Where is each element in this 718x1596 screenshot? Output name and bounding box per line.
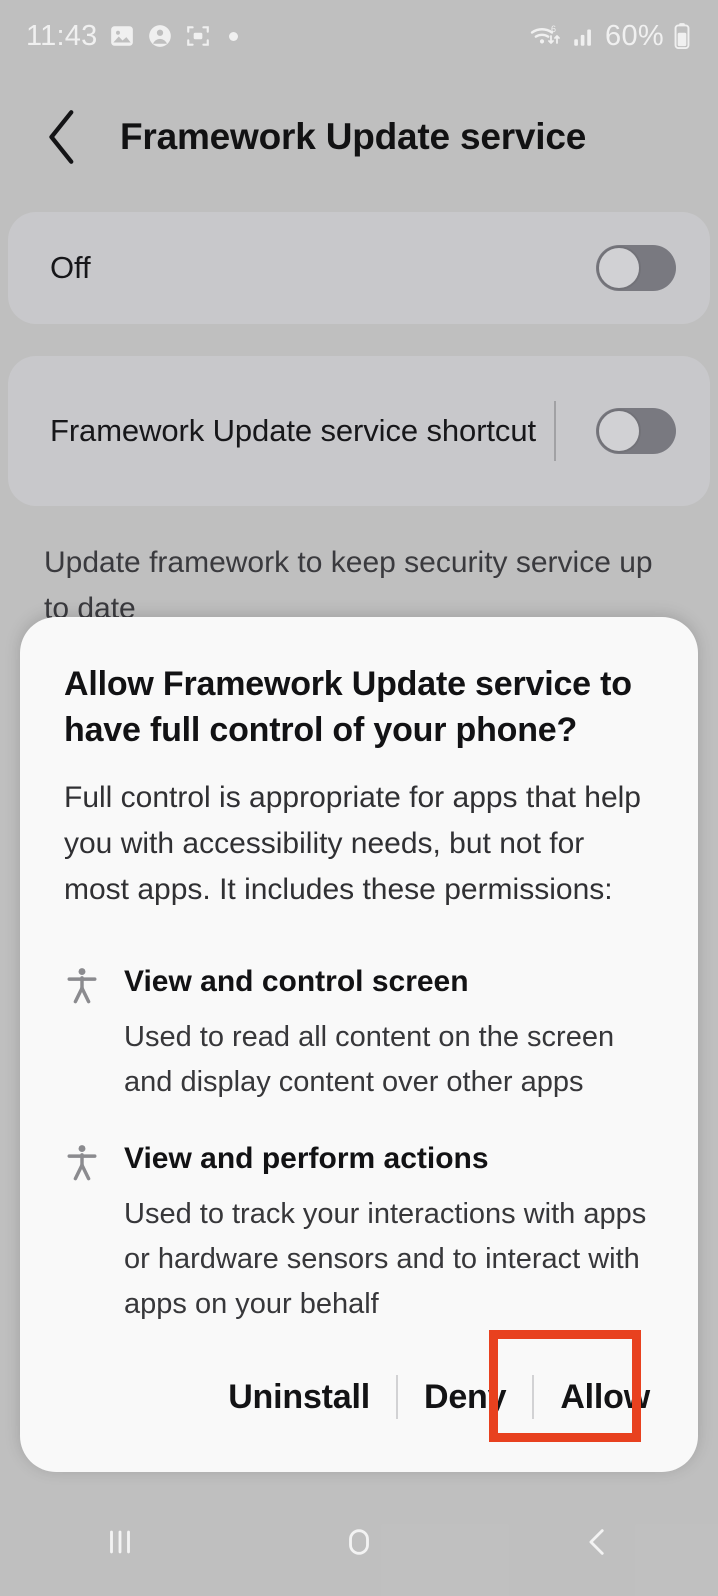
- permission-dialog: Allow Framework Update service to have f…: [20, 617, 698, 1472]
- dialog-actions: Uninstall Deny Allow: [20, 1322, 698, 1472]
- allow-button[interactable]: Allow: [534, 1360, 676, 1435]
- dialog-body: Full control is appropriate for apps tha…: [64, 781, 641, 906]
- permission-item: View and perform actions Used to track y…: [64, 1105, 654, 1327]
- permission-texts: View and control screen Used to read all…: [110, 962, 654, 1105]
- nav-back-icon: [589, 1529, 604, 1555]
- deny-button[interactable]: Deny: [398, 1360, 532, 1435]
- home-button[interactable]: [299, 1502, 419, 1582]
- recents-icon: [109, 1530, 130, 1554]
- uninstall-button[interactable]: Uninstall: [202, 1360, 396, 1435]
- phone-screen: 11:43 6 60% Framework Update service Off…: [0, 0, 718, 1596]
- permission-item: View and control screen Used to read all…: [64, 940, 654, 1105]
- permission-texts: View and perform actions Used to track y…: [110, 1139, 654, 1327]
- nav-back-button[interactable]: [538, 1502, 658, 1582]
- accessibility-person-icon: [64, 962, 110, 1105]
- permission-description: Used to read all content on the screen a…: [124, 1021, 615, 1099]
- permission-title: View and perform actions: [124, 1142, 489, 1176]
- permission-description: Used to track your interactions with app…: [124, 1198, 647, 1320]
- permission-title: View and control screen: [124, 965, 469, 999]
- home-icon: [349, 1529, 369, 1555]
- system-navigation-bar: [0, 1488, 718, 1596]
- recents-button[interactable]: [60, 1502, 180, 1582]
- permission-list: View and control screen Used to read all…: [20, 940, 698, 1327]
- dialog-title: Allow Framework Update service to have f…: [64, 665, 632, 750]
- accessibility-person-icon: [64, 1139, 110, 1327]
